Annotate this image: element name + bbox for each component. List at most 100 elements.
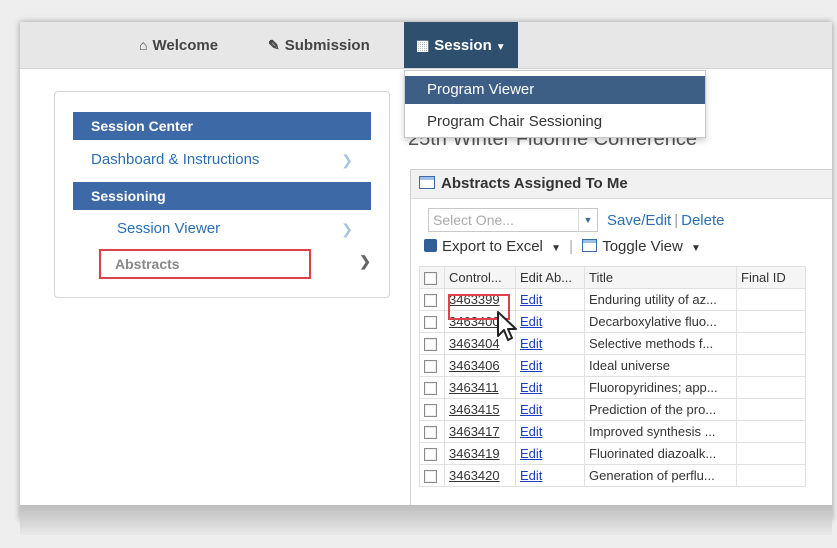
chevron-right-icon: ❯	[341, 221, 353, 237]
sidebar-item-dashboard[interactable]: Dashboard & Instructions ❯	[91, 145, 371, 175]
grid-icon	[582, 239, 598, 252]
sidebar-item-session-viewer[interactable]: Session Viewer ❯	[117, 214, 371, 244]
final-id-cell	[736, 464, 806, 487]
select-all-checkbox[interactable]	[424, 272, 437, 286]
table-row: 3463420 Edit Generation of perflu...	[419, 464, 806, 487]
abstracts-panel-header: Abstracts Assigned To Me	[411, 170, 832, 199]
edit-link[interactable]: Edit	[520, 336, 542, 351]
view-select[interactable]: Select One... ▼	[428, 208, 598, 232]
row-check-cell	[419, 354, 445, 377]
edit-cell: Edit	[515, 398, 585, 421]
top-navbar: ⌂ Welcome ✎ Submission ▦ Session ▼	[20, 22, 832, 69]
edit-link[interactable]: Edit	[520, 314, 542, 329]
nav-session[interactable]: ▦ Session ▼	[404, 22, 518, 68]
sidebar-header-session-center: Session Center	[73, 112, 371, 140]
row-checkbox[interactable]	[424, 338, 437, 352]
edit-cell: Edit	[515, 420, 585, 443]
chevron-down-icon: ▼	[578, 209, 597, 231]
edit-link[interactable]: Edit	[520, 292, 542, 307]
frame-shadow	[20, 505, 832, 535]
edit-link[interactable]: Edit	[520, 358, 542, 373]
edit-cell: Edit	[515, 288, 585, 311]
sidebar-item-abstracts-label: Abstracts	[115, 256, 180, 272]
row-checkbox[interactable]	[424, 470, 437, 484]
menu-item-program-viewer[interactable]: Program Viewer	[405, 76, 705, 104]
caret-down-icon: ▼	[691, 243, 701, 254]
row-checkbox[interactable]	[424, 316, 437, 330]
row-check-cell	[419, 464, 445, 487]
table-row: 3463404 Edit Selective methods f...	[419, 332, 806, 355]
sidebar-item-session-viewer-label: Session Viewer	[117, 220, 221, 237]
column-header-final-id[interactable]: Final ID	[736, 266, 806, 289]
home-icon: ⌂	[139, 37, 148, 53]
caret-down-icon: ▼	[495, 42, 506, 53]
divider: |	[569, 238, 574, 255]
edit-link[interactable]: Edit	[520, 446, 542, 461]
row-check-cell	[419, 332, 445, 355]
row-check-cell	[419, 442, 445, 465]
final-id-cell	[736, 310, 806, 333]
sidebar-header-sessioning: Sessioning	[73, 182, 371, 210]
final-id-cell	[736, 442, 806, 465]
table-row: 3463419 Edit Fluorinated diazoalk...	[419, 442, 806, 465]
row-checkbox[interactable]	[424, 294, 437, 308]
final-id-cell	[736, 288, 806, 311]
row-check-cell	[419, 420, 445, 443]
final-id-cell	[736, 354, 806, 377]
edit-link[interactable]: Edit	[520, 402, 542, 417]
export-excel-button[interactable]: Export to Excel ▼	[424, 238, 561, 255]
row-checkbox[interactable]	[424, 448, 437, 462]
control-number-link[interactable]: 3463415	[449, 402, 500, 417]
control-cell: 3463406	[444, 354, 516, 377]
session-dropdown-menu: Program Viewer Program Chair Sessioning	[404, 70, 706, 138]
nav-session-label: Session	[434, 37, 492, 54]
control-number-link[interactable]: 3463406	[449, 358, 500, 373]
title-cell: Prediction of the pro...	[584, 398, 737, 421]
row-checkbox[interactable]	[424, 382, 437, 396]
final-id-cell	[736, 420, 806, 443]
edit-cell: Edit	[515, 442, 585, 465]
control-number-link[interactable]: 3463411	[449, 380, 499, 395]
session-sidebar: Session Center Dashboard & Instructions …	[54, 91, 390, 298]
title-cell: Fluorinated diazoalk...	[584, 442, 737, 465]
title-cell: Selective methods f...	[584, 332, 737, 355]
nav-submission[interactable]: ✎ Submission	[268, 22, 370, 68]
title-cell: Improved synthesis ...	[584, 420, 737, 443]
row-checkbox[interactable]	[424, 404, 437, 418]
control-number-link[interactable]: 3463404	[449, 336, 500, 351]
control-number-link[interactable]: 3463417	[449, 424, 500, 439]
row-checkbox[interactable]	[424, 426, 437, 440]
calendar-icon: ▦	[416, 37, 430, 53]
control-cell: 3463411	[444, 376, 516, 399]
row-check-cell	[419, 398, 445, 421]
control-number-link[interactable]: 3463419	[449, 446, 500, 461]
save-icon	[424, 239, 437, 252]
abstracts-panel-title: Abstracts Assigned To Me	[441, 175, 628, 192]
toggle-view-button[interactable]: Toggle View ▼	[577, 238, 701, 255]
edit-link[interactable]: Edit	[520, 468, 542, 483]
table-row: 3463406 Edit Ideal universe	[419, 354, 806, 377]
sidebar-item-abstracts[interactable]: Abstracts	[99, 249, 311, 279]
export-excel-label: Export to Excel	[442, 238, 543, 255]
delete-link[interactable]: Delete	[681, 212, 724, 229]
column-header-title[interactable]: Title	[584, 266, 737, 289]
edit-link[interactable]: Edit	[520, 380, 542, 395]
mouse-cursor-icon	[497, 311, 517, 341]
column-header-edit[interactable]: Edit Ab...	[515, 266, 585, 289]
table-row: 3463411 Edit Fluoropyridines; app...	[419, 376, 806, 399]
control-number-link[interactable]: 3463420	[449, 468, 500, 483]
title-cell: Ideal universe	[584, 354, 737, 377]
nav-welcome[interactable]: ⌂ Welcome	[139, 22, 218, 68]
final-id-cell	[736, 332, 806, 355]
table-toolbar: Export to Excel ▼ | Toggle View ▼	[424, 238, 701, 255]
pencil-icon: ✎	[268, 37, 280, 53]
column-header-control[interactable]: Control...	[444, 266, 516, 289]
title-cell: Generation of perflu...	[584, 464, 737, 487]
sidebar-item-dashboard-label: Dashboard & Instructions	[91, 151, 260, 168]
edit-link[interactable]: Edit	[520, 424, 542, 439]
chevron-right-icon: ❯	[341, 152, 353, 168]
table-row: 3463417 Edit Improved synthesis ...	[419, 420, 806, 443]
save-edit-link[interactable]: Save/Edit	[607, 212, 671, 229]
menu-item-program-chair-sessioning[interactable]: Program Chair Sessioning	[405, 108, 705, 136]
row-checkbox[interactable]	[424, 360, 437, 374]
